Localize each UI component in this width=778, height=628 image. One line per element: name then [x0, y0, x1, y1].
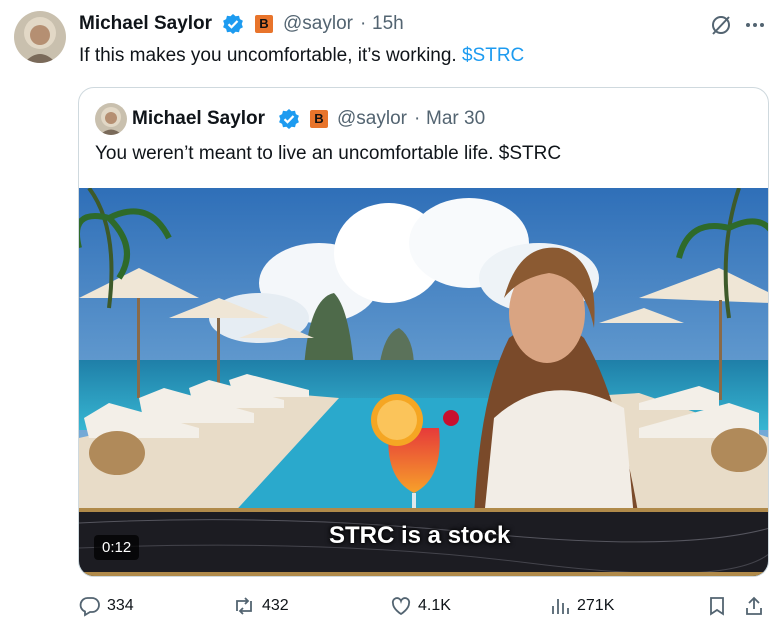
affiliate-badge-icon: B [255, 15, 273, 33]
quoted-post-card[interactable]: Michael Saylor B @saylor · Mar 30 You we… [78, 87, 769, 577]
author-handle[interactable]: @saylor [283, 13, 353, 35]
share-icon[interactable] [743, 595, 765, 617]
affiliate-badge-icon: B [310, 110, 328, 128]
author-avatar[interactable] [14, 11, 66, 63]
verified-badge-icon [222, 13, 244, 35]
repost-icon [236, 597, 252, 615]
cashtag-link[interactable]: $STRC [462, 45, 524, 66]
heart-icon [391, 597, 411, 616]
quoted-time-separator: · [414, 108, 421, 129]
quoted-post-time: Mar 30 [426, 108, 486, 129]
views-icon [552, 599, 569, 614]
video-player[interactable]: STRC is a stock 0:12 [79, 188, 768, 576]
video-frame [79, 188, 768, 576]
author-name[interactable]: Michael Saylor [79, 13, 212, 35]
more-icon[interactable] [743, 14, 767, 36]
bookmark-icon[interactable] [706, 595, 728, 617]
quoted-author-avatar [95, 103, 127, 135]
post-text-main: If this makes you uncomfortable, it’s wo… [79, 45, 457, 66]
repost-count: 432 [262, 597, 289, 614]
grok-icon[interactable] [709, 13, 733, 37]
quoted-author-name: Michael Saylor [132, 108, 266, 129]
video-duration: 0:12 [94, 535, 140, 560]
post-text: If this makes you uncomfortable, it’s wo… [79, 44, 524, 68]
like-button[interactable]: 4.1K [390, 595, 451, 617]
verified-badge-icon [278, 108, 300, 130]
video-caption: STRC is a stock [329, 522, 511, 549]
reply-button[interactable]: 334 [79, 595, 134, 617]
time-separator: · [360, 13, 367, 34]
post-time[interactable]: 15h [372, 13, 404, 35]
views-button[interactable]: 271K [549, 595, 614, 617]
like-count: 4.1K [418, 597, 451, 614]
view-count: 271K [577, 597, 615, 614]
quoted-post-text: You weren’t meant to live an uncomfortab… [95, 143, 562, 164]
repost-button[interactable]: 432 [232, 595, 289, 617]
quoted-author-handle: @saylor [337, 108, 407, 129]
reply-count: 334 [107, 597, 134, 614]
reply-icon [79, 597, 100, 617]
